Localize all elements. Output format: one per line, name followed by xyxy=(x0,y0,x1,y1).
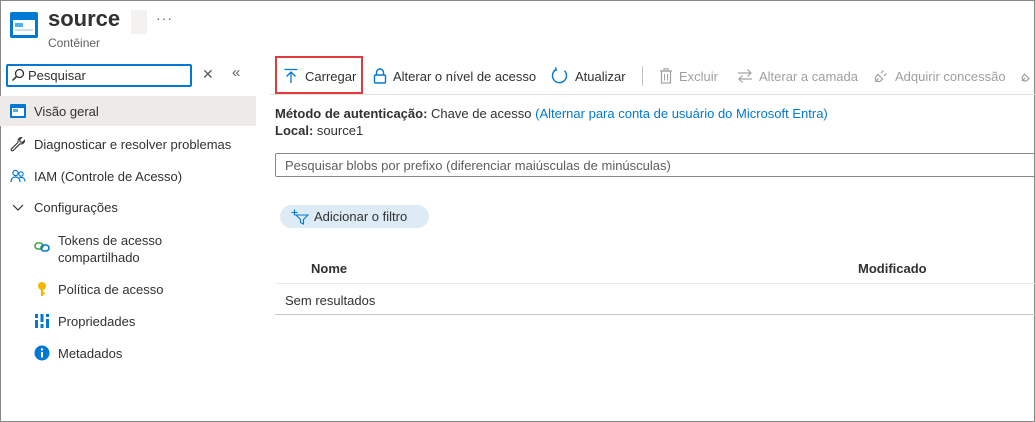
page-title: source xyxy=(48,6,121,31)
sidebar-item-label: Propriedades xyxy=(58,314,136,329)
sidebar-search[interactable] xyxy=(6,64,192,87)
people-icon xyxy=(10,169,26,183)
toolbar-divider xyxy=(642,66,643,86)
auth-method-value: Chave de acesso xyxy=(431,106,532,121)
column-header-modified[interactable]: Modificado xyxy=(858,261,927,276)
sidebar-search-input[interactable] xyxy=(28,67,188,84)
sidebar-item-sas-tokens[interactable]: Tokens de acesso compartilhado xyxy=(0,230,256,268)
add-filter-label: Adicionar o filtro xyxy=(314,209,408,224)
delete-label: Excluir xyxy=(679,68,719,84)
page-header: source ··· Contêiner xyxy=(10,4,410,56)
overview-icon xyxy=(10,104,26,118)
page-subtitle: Contêiner xyxy=(48,36,101,50)
lock-icon xyxy=(373,68,387,84)
blob-search[interactable] xyxy=(275,153,1035,177)
acquire-lease-button[interactable]: Adquirir concessão xyxy=(872,58,1006,94)
upload-icon xyxy=(284,68,298,83)
sidebar-item-iam[interactable]: IAM (Controle de Acesso) xyxy=(0,161,256,191)
info-icon xyxy=(34,345,50,361)
sidebar-item-label: Metadados xyxy=(58,346,123,361)
main-content: Método de autenticação: Chave de acesso … xyxy=(275,95,1035,422)
clear-icon[interactable]: ✕ xyxy=(202,66,214,83)
location-value: source1 xyxy=(316,123,364,138)
sidebar-item-label: compartilhado xyxy=(58,250,140,265)
properties-icon xyxy=(34,314,50,328)
command-bar: Carregar Alterar o nível de acesso Atual… xyxy=(270,58,1035,94)
redacted-mask xyxy=(131,10,147,34)
change-tier-button[interactable]: Alterar a camada xyxy=(737,58,858,94)
table-header-divider xyxy=(275,283,1035,284)
switch-auth-link[interactable]: (Alternar para conta de usuário do Micro… xyxy=(535,106,828,121)
empty-state-text: Sem resultados xyxy=(285,293,376,308)
auth-method-label: Método de autenticação: xyxy=(275,106,428,121)
auth-method-row: Método de autenticação: Chave de acesso … xyxy=(275,106,828,121)
delete-button[interactable]: Excluir xyxy=(659,58,718,94)
key-icon xyxy=(38,282,46,296)
sidebar-item-label: IAM (Controle de Acesso) xyxy=(34,168,183,184)
refresh-button[interactable]: Atualizar xyxy=(551,58,626,94)
add-filter-button[interactable]: Adicionar o filtro xyxy=(280,205,429,228)
sidebar-item-access-policy[interactable]: Política de acesso xyxy=(0,278,256,300)
wrench-icon xyxy=(10,136,26,152)
upload-label: Carregar xyxy=(305,68,357,84)
sidebar-item-settings[interactable]: Configurações xyxy=(0,192,256,222)
add-filter-icon xyxy=(291,209,309,225)
refresh-icon xyxy=(551,67,568,84)
change-access-level-button[interactable]: Alterar o nível de acesso xyxy=(373,58,536,94)
sidebar-item-label: Tokens de acesso xyxy=(58,233,163,248)
sidebar-item-diagnose[interactable]: Diagnosticar e resolver problemas xyxy=(0,129,256,159)
plug-icon xyxy=(874,69,887,82)
sidebar-item-overview[interactable]: Visão geral xyxy=(0,96,256,126)
sidebar-item-label: Visão geral xyxy=(34,103,99,119)
collapse-sidebar-icon[interactable]: « xyxy=(232,64,240,81)
ellipsis-icon[interactable]: ··· xyxy=(156,10,173,26)
link-icon xyxy=(34,242,50,252)
chevron-down-icon xyxy=(12,204,24,211)
change-tier-label: Alterar a camada xyxy=(759,68,858,84)
search-icon xyxy=(11,68,25,82)
more-commands-button[interactable] xyxy=(1019,58,1035,94)
refresh-label: Atualizar xyxy=(575,68,626,84)
blob-search-input[interactable] xyxy=(285,157,985,173)
break-lease-icon xyxy=(1021,73,1030,82)
sidebar-item-label: Diagnosticar e resolver problemas xyxy=(34,136,232,152)
table-bottom-divider xyxy=(275,314,1035,315)
upload-button[interactable]: Carregar xyxy=(283,58,356,94)
location-row: Local: source1 xyxy=(275,123,363,138)
trash-icon xyxy=(660,68,672,84)
location-label: Local: xyxy=(275,123,314,138)
acquire-lease-label: Adquirir concessão xyxy=(895,68,1006,84)
sidebar-item-metadata[interactable]: Metadados xyxy=(0,342,256,364)
sidebar: ✕ « Visão geral Diagnosticar e resolver … xyxy=(0,58,256,422)
swap-arrows-icon xyxy=(738,69,752,83)
change-access-label: Alterar o nível de acesso xyxy=(393,68,537,84)
sidebar-item-properties[interactable]: Propriedades xyxy=(0,310,256,332)
column-header-name[interactable]: Nome xyxy=(311,261,347,276)
container-icon xyxy=(10,12,38,38)
sidebar-item-label: Política de acesso xyxy=(58,282,164,297)
sidebar-item-label: Configurações xyxy=(34,199,118,215)
